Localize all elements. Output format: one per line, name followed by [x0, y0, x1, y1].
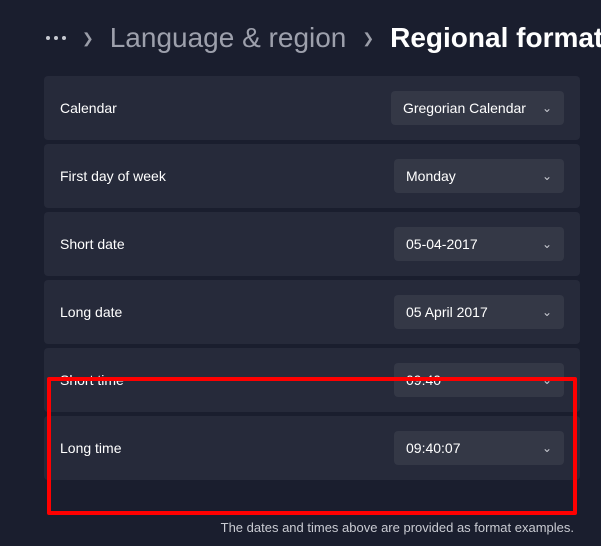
chevron-down-icon: ⌄	[542, 169, 552, 183]
dropdown-value: 05 April 2017	[406, 304, 488, 320]
row-short-time: Short time 09:40 ⌄	[44, 348, 580, 412]
shortdate-dropdown[interactable]: 05-04-2017 ⌄	[394, 227, 564, 261]
longtime-dropdown[interactable]: 09:40:07 ⌄	[394, 431, 564, 465]
chevron-right-icon: ❯	[82, 30, 94, 47]
breadcrumb-current: Regional format	[390, 22, 601, 54]
chevron-right-icon: ❯	[362, 30, 374, 47]
footer-note: The dates and times above are provided a…	[44, 520, 580, 535]
settings-list: Calendar Gregorian Calendar ⌄ First day …	[0, 76, 580, 480]
firstday-dropdown[interactable]: Monday ⌄	[394, 159, 564, 193]
chevron-down-icon: ⌄	[542, 101, 552, 115]
row-label: Short date	[60, 236, 125, 252]
chevron-down-icon: ⌄	[542, 237, 552, 251]
chevron-down-icon: ⌄	[542, 373, 552, 387]
chevron-down-icon: ⌄	[542, 441, 552, 455]
dropdown-value: 05-04-2017	[406, 236, 478, 252]
longdate-dropdown[interactable]: 05 April 2017 ⌄	[394, 295, 564, 329]
row-label: Short time	[60, 372, 124, 388]
row-label: Long date	[60, 304, 122, 320]
row-label: First day of week	[60, 168, 166, 184]
dropdown-value: 09:40	[406, 372, 441, 388]
shorttime-dropdown[interactable]: 09:40 ⌄	[394, 363, 564, 397]
row-label: Long time	[60, 440, 121, 456]
chevron-down-icon: ⌄	[542, 305, 552, 319]
dropdown-value: 09:40:07	[406, 440, 461, 456]
row-long-time: Long time 09:40:07 ⌄	[44, 416, 580, 480]
row-short-date: Short date 05-04-2017 ⌄	[44, 212, 580, 276]
row-label: Calendar	[60, 100, 117, 116]
breadcrumb-language-region[interactable]: Language & region	[110, 22, 347, 54]
row-first-day: First day of week Monday ⌄	[44, 144, 580, 208]
ellipsis-icon[interactable]	[46, 36, 66, 40]
row-calendar: Calendar Gregorian Calendar ⌄	[44, 76, 580, 140]
dropdown-value: Monday	[406, 168, 456, 184]
calendar-dropdown[interactable]: Gregorian Calendar ⌄	[391, 91, 564, 125]
breadcrumb: ❯ Language & region ❯ Regional format	[0, 0, 601, 76]
dropdown-value: Gregorian Calendar	[403, 100, 526, 116]
row-long-date: Long date 05 April 2017 ⌄	[44, 280, 580, 344]
